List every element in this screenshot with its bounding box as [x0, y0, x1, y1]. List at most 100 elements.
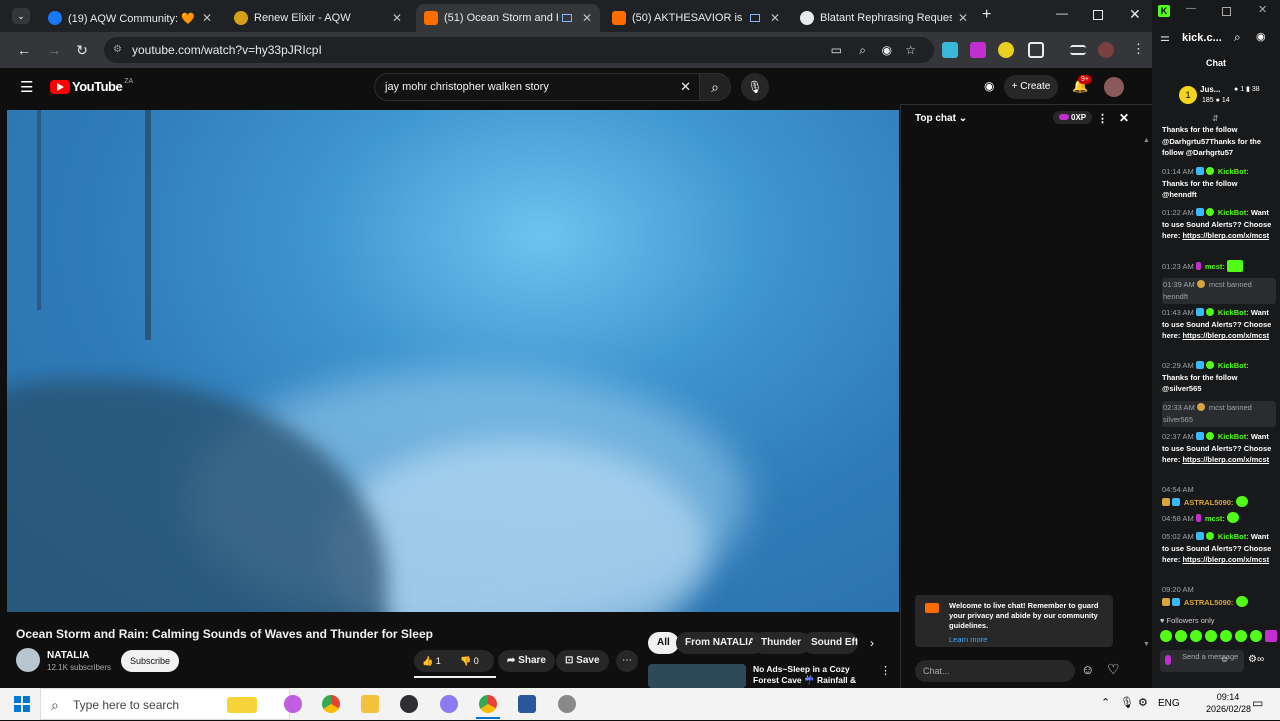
- like-button[interactable]: 👍 1: [422, 650, 441, 672]
- message-link[interactable]: https://blerp.com/x/mcst: [1182, 231, 1269, 240]
- emoji-icon[interactable]: ☺: [1220, 654, 1229, 664]
- message-user[interactable]: ASTRAL5090:: [1184, 598, 1234, 607]
- hide-eye-icon[interactable]: ◉: [882, 37, 892, 63]
- microphone-icon[interactable]: 🎙: [1120, 696, 1134, 709]
- maximize-button[interactable]: [1222, 7, 1231, 16]
- tray-chevron-icon[interactable]: ⌃: [1101, 696, 1110, 709]
- language-indicator[interactable]: ENG: [1158, 698, 1180, 709]
- forward-button[interactable]: →: [44, 40, 64, 60]
- emote-bar[interactable]: [1160, 630, 1278, 643]
- share-button[interactable]: ➦ Share: [498, 650, 555, 672]
- more-actions-button[interactable]: ⋯: [616, 650, 638, 672]
- tab-renew-elixir[interactable]: Renew Elixir - AQW ✕: [226, 4, 410, 32]
- search-button[interactable]: ⌕: [699, 73, 731, 101]
- windows-start-icon[interactable]: [14, 696, 30, 712]
- video-progress-bar[interactable]: [7, 612, 899, 615]
- message-user[interactable]: ASTRAL5090:: [1184, 498, 1234, 507]
- emoji-icon[interactable]: ☺: [1081, 662, 1094, 677]
- related-video-thumbnail[interactable]: [648, 664, 746, 688]
- tab-blatant-rephrasing[interactable]: Blatant Rephrasing Request ✕: [792, 4, 976, 32]
- word-icon[interactable]: [518, 695, 536, 713]
- url-field[interactable]: ⚙ youtube.com/watch?v=hy33pJRIcpI ▭ ⌕ ◉ …: [104, 37, 934, 63]
- settings-sliders-icon[interactable]: ⚌: [1160, 31, 1170, 44]
- message-user[interactable]: KickBot:: [1218, 308, 1249, 317]
- tab-ocean-storm[interactable]: (51) Ocean Storm and Rain ✕: [416, 4, 600, 32]
- message-user[interactable]: KickBot:: [1218, 432, 1249, 441]
- tab-search-dropdown-icon[interactable]: ⌄: [12, 8, 30, 24]
- new-tab-button[interactable]: +: [982, 6, 991, 24]
- tab-aqw-community[interactable]: (19) AQW Community: 🧡 LO ✕: [40, 4, 220, 32]
- reload-button[interactable]: ↻: [72, 40, 92, 60]
- account-avatar[interactable]: [1104, 77, 1124, 97]
- youtube-logo[interactable]: YouTube ZA: [50, 78, 133, 94]
- extension-icon[interactable]: [970, 42, 986, 58]
- close-window-button[interactable]: ✕: [1258, 3, 1267, 16]
- create-button[interactable]: + Create: [1004, 75, 1058, 99]
- message-user[interactable]: mcst: [1209, 403, 1225, 412]
- extension-icon[interactable]: [998, 42, 1014, 58]
- learn-more-link[interactable]: Learn more: [949, 635, 1105, 645]
- kick-url[interactable]: kick.c...: [1182, 32, 1222, 44]
- message-user[interactable]: mcst:: [1205, 514, 1225, 523]
- audio-icon[interactable]: [561, 14, 572, 22]
- maximize-button[interactable]: [1093, 10, 1103, 20]
- extension-icon[interactable]: [942, 42, 958, 58]
- points-badge[interactable]: 0XP: [1053, 111, 1093, 124]
- media-control-icon[interactable]: [1070, 45, 1086, 55]
- message-user[interactable]: KickBot:: [1218, 532, 1249, 541]
- filter-chip-all[interactable]: All: [648, 632, 679, 654]
- close-icon[interactable]: ✕: [582, 11, 592, 25]
- filter-chip-from-natalia[interactable]: From NATALIA: [676, 632, 765, 654]
- search-input[interactable]: jay mohr christopher walken story ✕: [374, 73, 700, 101]
- emote-icon[interactable]: [1235, 630, 1247, 642]
- profile-avatar[interactable]: [1098, 42, 1114, 58]
- emote-icon[interactable]: [1220, 630, 1232, 642]
- close-window-button[interactable]: ✕: [1129, 6, 1141, 23]
- network-icon[interactable]: ⚙: [1138, 696, 1148, 709]
- notifications-icon[interactable]: ▭: [1252, 696, 1263, 710]
- related-video-menu-icon[interactable]: ⋮: [880, 664, 891, 677]
- chat-input[interactable]: Chat...: [915, 660, 1075, 682]
- chrome-icon[interactable]: [322, 695, 340, 713]
- emote-icon[interactable]: [1175, 630, 1187, 642]
- dislike-button[interactable]: 👎 0: [460, 650, 479, 672]
- kick-user-card[interactable]: 1 Jus... ● 1 ▮ 38 185 ● 14: [1179, 84, 1278, 110]
- taskbar-search-input[interactable]: ⌕ Type here to search: [40, 688, 290, 720]
- emote-icon[interactable]: [1205, 630, 1217, 642]
- emote-icon[interactable]: [1190, 630, 1202, 642]
- chrome-icon[interactable]: [479, 695, 497, 713]
- emote-icon[interactable]: [1250, 630, 1262, 642]
- install-icon[interactable]: ▭: [831, 37, 842, 63]
- message-user[interactable]: mcst:: [1205, 262, 1225, 271]
- hamburger-menu-icon[interactable]: ☰: [20, 78, 33, 96]
- close-chat-icon[interactable]: ✕: [1119, 111, 1129, 125]
- browser-menu-icon[interactable]: ⋮: [1132, 41, 1145, 57]
- save-button[interactable]: ⊡ Save: [556, 650, 609, 672]
- channel-name[interactable]: NATALIA: [47, 650, 89, 661]
- heart-icon[interactable]: ♡: [1107, 661, 1120, 678]
- filter-chip-sound-effects[interactable]: Sound Effec: [802, 632, 858, 654]
- close-icon[interactable]: ✕: [958, 11, 968, 25]
- chat-settings-icon[interactable]: ⚙∞: [1248, 654, 1264, 665]
- clear-search-icon[interactable]: ✕: [680, 74, 691, 100]
- message-user[interactable]: KickBot:: [1218, 167, 1249, 176]
- obs-icon[interactable]: [400, 695, 418, 713]
- video-player[interactable]: [7, 110, 899, 612]
- chat-menu-icon[interactable]: ⋮: [1097, 112, 1108, 125]
- top-chat-dropdown[interactable]: Top chat ⌄: [915, 113, 967, 124]
- message-link[interactable]: https://blerp.com/x/mcst: [1182, 555, 1269, 564]
- close-icon[interactable]: ✕: [392, 11, 402, 25]
- copilot-icon[interactable]: [284, 695, 302, 713]
- channel-avatar[interactable]: [16, 648, 40, 672]
- message-user[interactable]: mcst: [1209, 280, 1225, 289]
- close-icon[interactable]: ✕: [202, 11, 212, 25]
- extensions-puzzle-icon[interactable]: [1028, 42, 1044, 58]
- chat-scrollbar-down-icon[interactable]: ▼: [1143, 641, 1150, 648]
- back-button[interactable]: ←: [14, 40, 34, 60]
- message-link[interactable]: https://blerp.com/x/mcst: [1182, 331, 1269, 340]
- message-user[interactable]: KickBot:: [1218, 361, 1249, 370]
- app-icon[interactable]: [558, 695, 576, 713]
- send-message-input[interactable]: Send a message: [1160, 650, 1244, 672]
- chat-scrollbar-up-icon[interactable]: ▲: [1143, 137, 1150, 144]
- emote-icon[interactable]: [1265, 630, 1277, 642]
